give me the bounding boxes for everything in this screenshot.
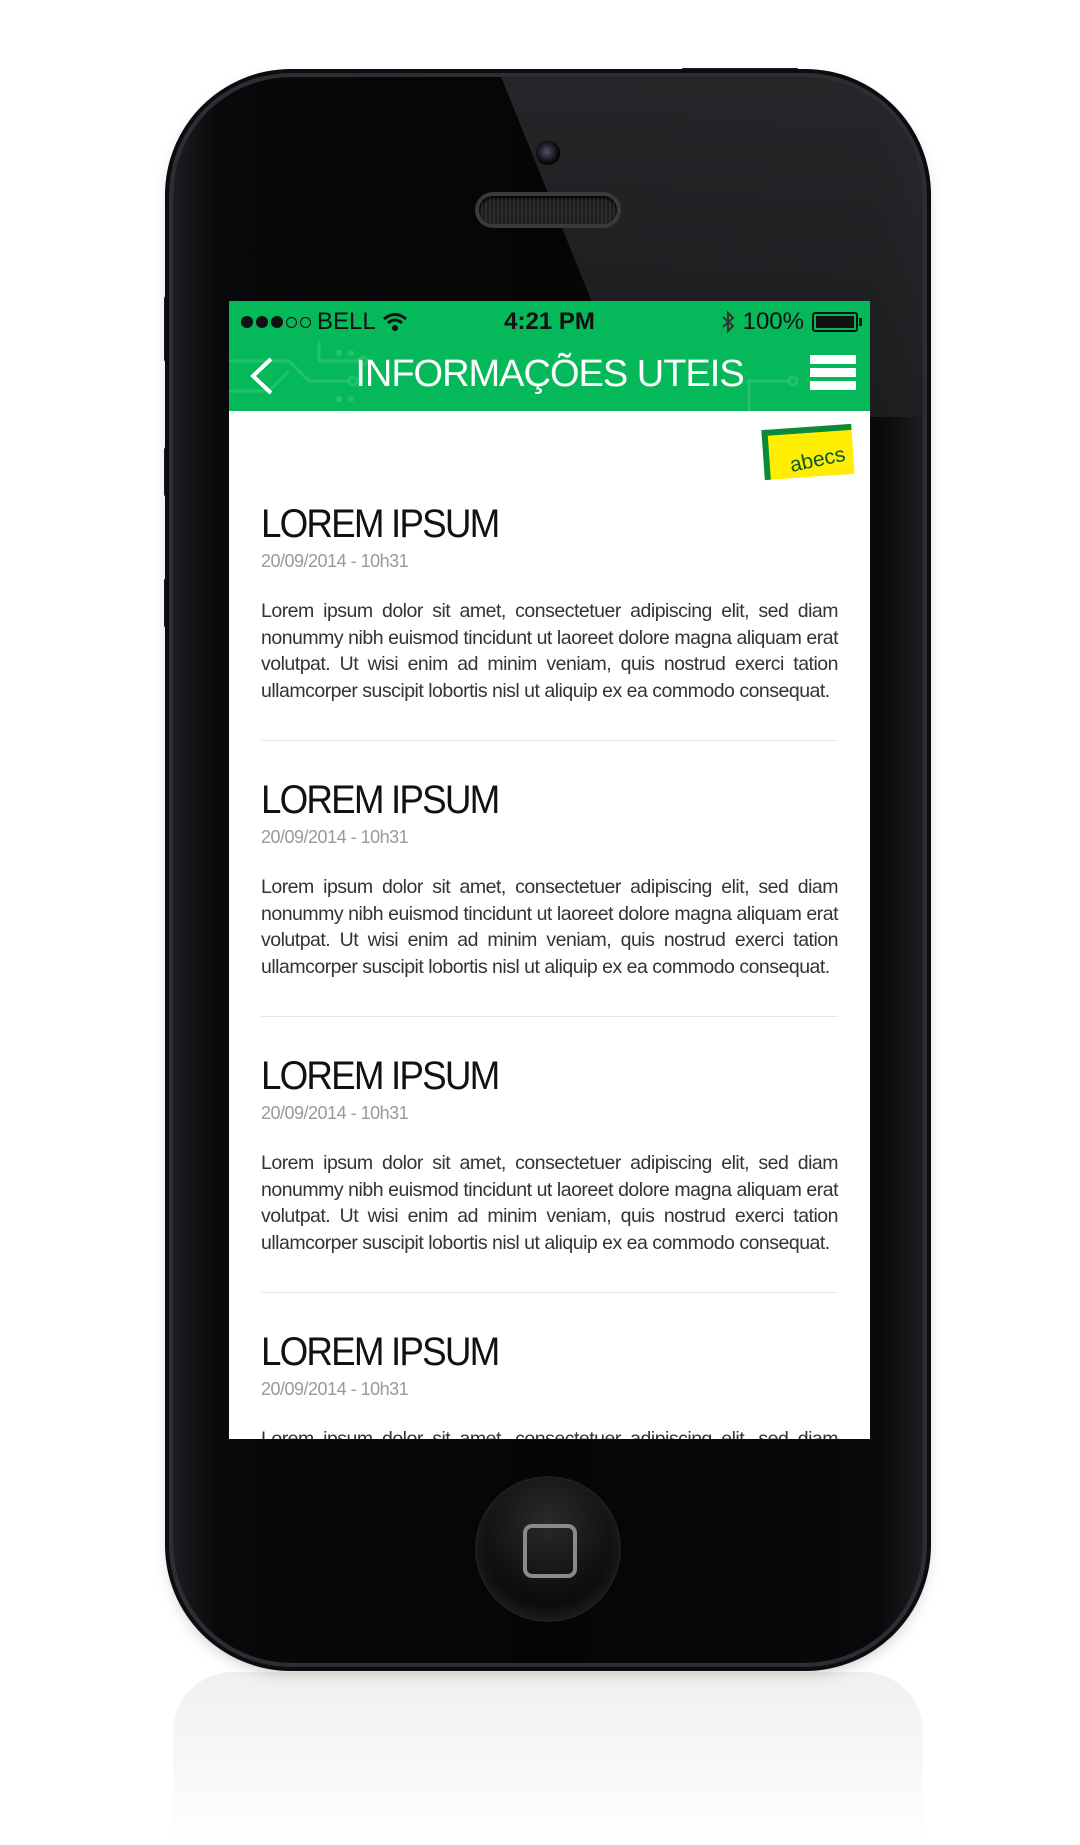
article-date: 20/09/2014 - 10h31 xyxy=(261,1103,409,1123)
bluetooth-icon xyxy=(721,311,735,333)
earpiece-speaker xyxy=(479,196,617,224)
page-title: INFORMAÇÕES UTEIS xyxy=(355,353,744,395)
article-body: Lorem ipsum dolor sit amet, consectetuer… xyxy=(261,1152,839,1254)
menu-button[interactable] xyxy=(810,355,856,399)
abecs-logo-text: abecs xyxy=(787,442,848,477)
article-date: 20/09/2014 - 10h31 xyxy=(261,1379,409,1399)
articles-list: LOREM IPSUM 20/09/2014 - 10h31 Lorem ips… xyxy=(261,501,839,1439)
list-item[interactable]: LOREM IPSUM 20/09/2014 - 10h31 Lorem ips… xyxy=(261,1329,839,1439)
home-square-icon xyxy=(523,1524,577,1578)
abecs-logo: abecs xyxy=(761,423,855,481)
home-button[interactable] xyxy=(477,1478,619,1620)
menu-bar-2 xyxy=(810,368,856,377)
battery-percent: 100% xyxy=(742,308,804,335)
battery-icon xyxy=(812,312,862,332)
list-item[interactable]: LOREM IPSUM 20/09/2014 - 10h31 Lorem ips… xyxy=(261,1053,839,1293)
navigation-bar: INFORMAÇÕES UTEIS xyxy=(229,341,870,411)
article-body: Lorem ipsum dolor sit amet, consectetuer… xyxy=(261,876,839,978)
article-date: 20/09/2014 - 10h31 xyxy=(261,551,409,571)
list-item[interactable]: LOREM IPSUM 20/09/2014 - 10h31 Lorem ips… xyxy=(261,777,839,1017)
menu-bar-3 xyxy=(810,381,856,390)
status-bar: BELL 4:21 PM 100% xyxy=(229,301,870,341)
phone-reflection xyxy=(173,1672,923,1845)
article-date: 20/09/2014 - 10h31 xyxy=(261,827,409,847)
article-body: Lorem ipsum dolor sit amet, consectetuer… xyxy=(261,600,839,702)
front-camera xyxy=(536,141,560,165)
phone-screen: BELL 4:21 PM 100% INFORMAÇÕES UTEIS abec… xyxy=(229,301,870,1439)
article-title: LOREM IPSUM xyxy=(261,502,500,546)
article-body: Lorem ipsum dolor sit amet, consectetuer… xyxy=(261,1428,839,1439)
menu-bar-1 xyxy=(810,355,856,364)
article-title: LOREM IPSUM xyxy=(261,778,500,822)
article-title: LOREM IPSUM xyxy=(261,1054,500,1098)
status-right: 100% xyxy=(721,308,862,336)
list-item[interactable]: LOREM IPSUM 20/09/2014 - 10h31 Lorem ips… xyxy=(261,501,839,741)
article-title: LOREM IPSUM xyxy=(261,1330,500,1374)
